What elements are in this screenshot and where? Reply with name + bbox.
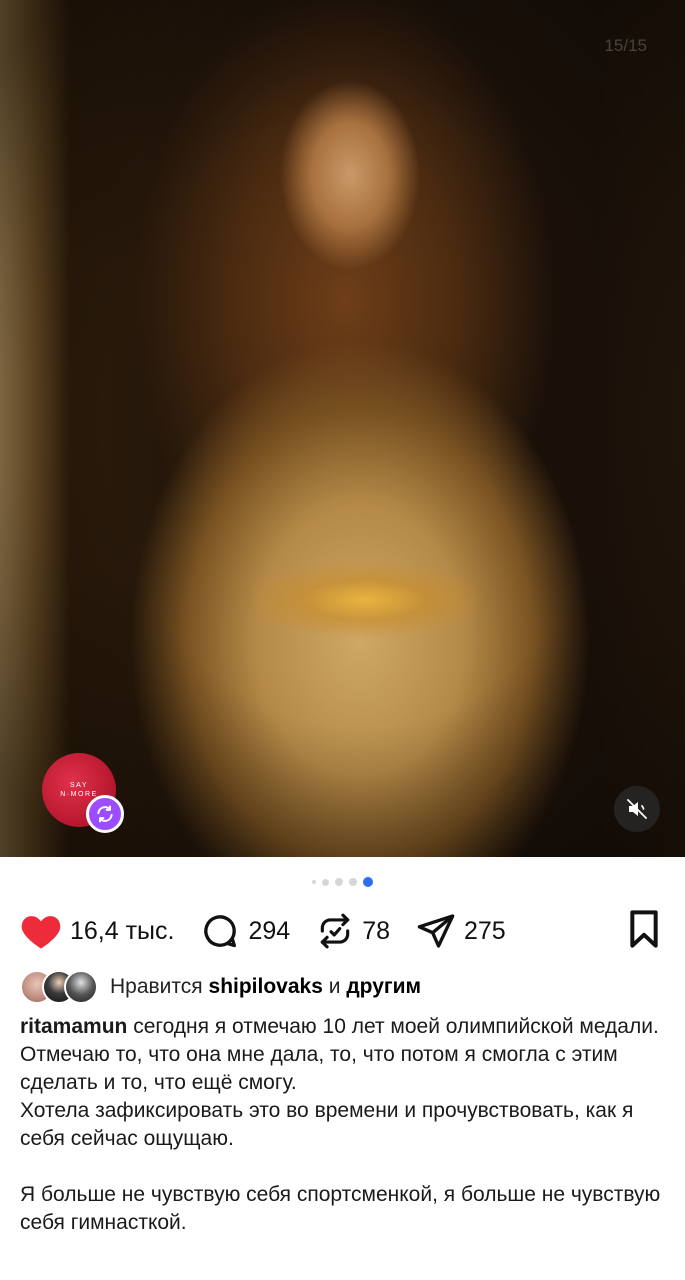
repost-button[interactable]: 78 (316, 911, 390, 951)
like-button[interactable]: 16,4 тыс. (20, 911, 174, 951)
heart-filled-icon (21, 916, 61, 949)
post-caption: ritamamun сегодня я отмечаю 10 лет моей … (20, 1013, 670, 1237)
liker-avatars (20, 970, 98, 1004)
carousel-dot (335, 878, 343, 886)
paper-plane-icon (417, 914, 455, 948)
repost-count: 78 (362, 916, 390, 945)
comment-count: 294 (248, 916, 291, 945)
liked-by-prefix: Нравится (110, 975, 203, 998)
caption-paragraph: ritamamun сегодня я отмечаю 10 лет моей … (20, 1013, 670, 1097)
post-media[interactable]: 15/15 SAY N·MORE (0, 0, 685, 857)
carousel-dot-active (363, 877, 373, 887)
liked-by-user-link[interactable]: shipilovaks (209, 975, 323, 999)
carousel-dot (312, 880, 316, 884)
logo-line-1: SAY (70, 782, 88, 789)
save-button[interactable] (627, 909, 661, 954)
bookmark-icon (630, 909, 658, 948)
carousel-indicator (0, 877, 685, 887)
comment-bubble-icon (204, 915, 237, 948)
liked-by-joiner: и (328, 975, 341, 998)
avatar (64, 970, 98, 1004)
repost-badge-icon[interactable] (86, 795, 124, 833)
carousel-dot (322, 878, 329, 886)
logo-line-2: N·MORE (60, 791, 98, 798)
repost-arrows-icon (320, 913, 350, 949)
mute-toggle-button[interactable] (614, 786, 660, 832)
share-button[interactable]: 275 (416, 911, 506, 951)
media-vignette (0, 0, 685, 857)
caption-paragraph: Я больше не чувствую себя спортсменкой, … (20, 1183, 661, 1234)
comment-button[interactable]: 294 (200, 911, 290, 951)
caption-username-link[interactable]: ritamamun (20, 1015, 127, 1038)
liked-by-row[interactable]: Нравится shipilovaks и другим (20, 970, 421, 1004)
slide-counter: 15/15 (604, 36, 647, 55)
action-bar: 16,4 тыс. 294 78 275 (20, 906, 661, 956)
speaker-muted-icon (627, 799, 647, 819)
caption-paragraph: Хотела зафиксировать это во времени и пр… (20, 1099, 634, 1150)
share-count: 275 (464, 916, 506, 945)
liked-by-others-link[interactable]: другим (346, 975, 421, 999)
carousel-dot (349, 878, 357, 886)
like-count: 16,4 тыс. (70, 916, 175, 945)
